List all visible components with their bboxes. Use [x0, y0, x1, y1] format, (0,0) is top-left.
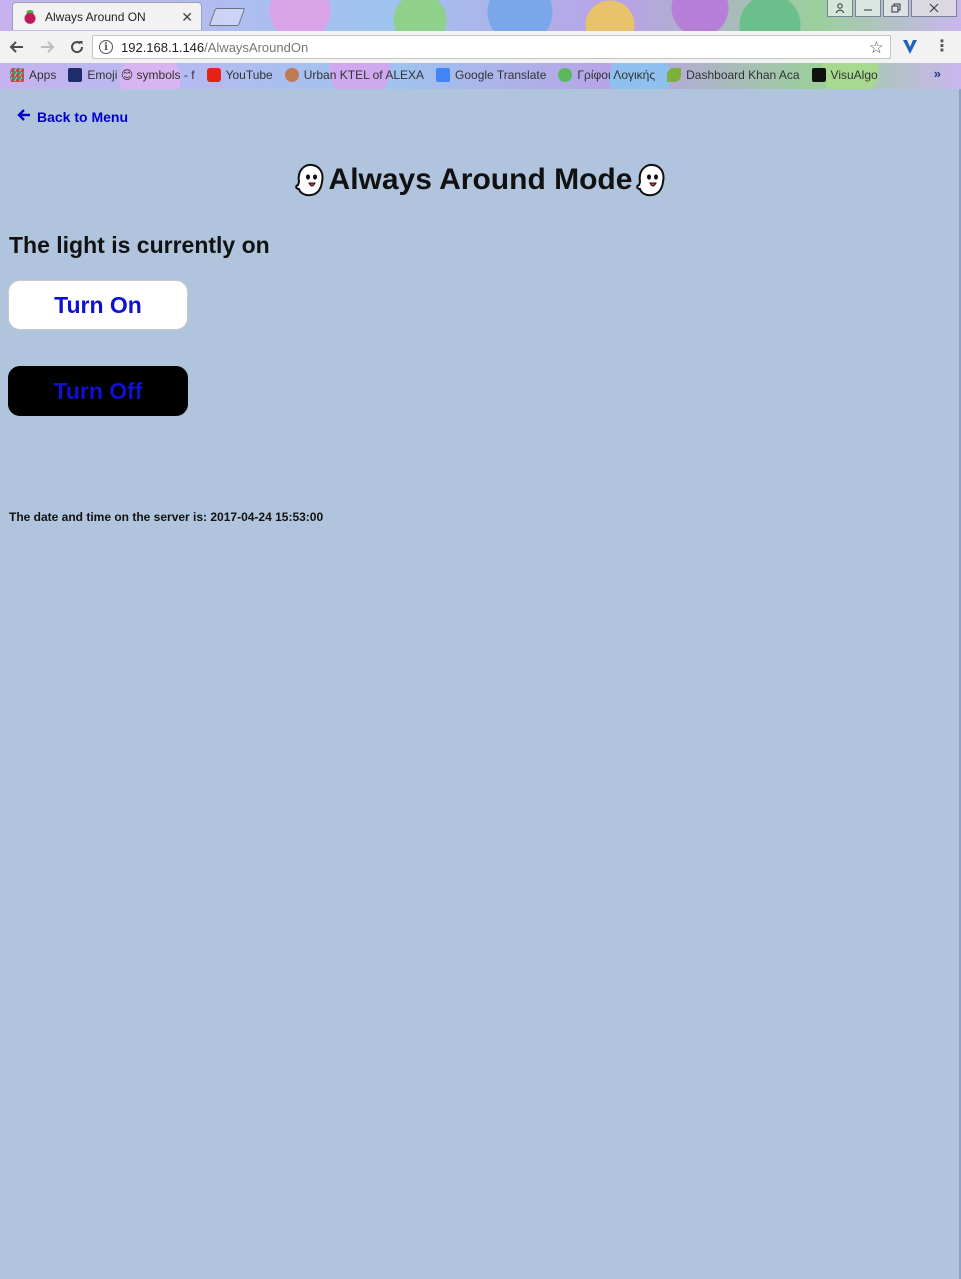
bookmark-label: Γρίφοι Λογικής	[577, 68, 656, 82]
browser-tab[interactable]: Always Around ON ✕	[12, 2, 202, 30]
bookmark-emoji-symbols[interactable]: Emoji 😊 symbols - f	[68, 68, 195, 82]
window-controls	[827, 0, 957, 17]
bookmark-khan-academy[interactable]: Dashboard Khan Aca	[667, 68, 800, 82]
close-window-icon[interactable]	[911, 0, 957, 17]
restore-icon[interactable]	[883, 0, 909, 17]
puzzle-icon	[558, 68, 573, 82]
bookmark-visualgo[interactable]: VisuAlgo	[811, 68, 878, 82]
bookmark-label: Urban KTEL of ALEXA	[303, 68, 425, 82]
bookmarks-bar: Apps Emoji 😊 symbols - f YouTube Urban K…	[0, 63, 961, 87]
forward-icon[interactable]	[34, 34, 60, 60]
heart-bookmark-icon	[68, 68, 83, 82]
ghost-icon	[293, 162, 327, 198]
raspberry-pi-favicon-icon	[23, 9, 37, 24]
arrow-left-icon	[17, 108, 31, 125]
bus-icon	[284, 68, 299, 82]
bookmark-label: YouTube	[225, 68, 273, 82]
youtube-icon	[206, 68, 221, 82]
browser-toolbar: i 192.168.1.146/AlwaysAroundOn ☆ ⋮	[0, 31, 961, 63]
new-tab-button[interactable]	[208, 8, 246, 26]
leaf-icon	[667, 68, 682, 82]
server-datetime: The date and time on the server is: 2017…	[9, 510, 324, 524]
visualgo-icon	[811, 68, 826, 82]
bookmark-apps[interactable]: Apps	[10, 68, 56, 82]
browser-menu-icon[interactable]: ⋮	[934, 36, 950, 56]
bookmark-google-translate[interactable]: Google Translate	[436, 68, 546, 82]
translate-icon	[436, 68, 451, 82]
address-bar[interactable]: i 192.168.1.146/AlwaysAroundOn ☆	[92, 35, 891, 59]
url-host: 192.168.1.146	[121, 39, 205, 55]
reload-icon[interactable]	[64, 34, 90, 60]
bookmark-label: Dashboard Khan Aca	[686, 68, 800, 82]
bookmark-label: Apps	[29, 68, 57, 82]
minimize-icon[interactable]	[855, 0, 881, 17]
bookmark-label: Emoji 😊 symbols - f	[87, 68, 195, 82]
page-title: Always Around Mode	[0, 162, 961, 198]
browser-chrome: Always Around ON ✕ i 192.168.1.146 /Alwa…	[0, 0, 961, 89]
turn-on-button[interactable]: Turn On	[8, 280, 188, 330]
url-path: /AlwaysAroundOn	[204, 39, 309, 55]
page-title-text: Always Around Mode	[328, 163, 633, 196]
light-status: The light is currently on	[9, 232, 270, 258]
bookmarks-overflow-icon[interactable]: »	[934, 66, 941, 81]
tab-title: Always Around ON	[45, 9, 146, 24]
back-icon[interactable]	[4, 34, 30, 60]
bookmark-logic-puzzles[interactable]: Γρίφοι Λογικής	[558, 68, 655, 82]
bookmark-youtube[interactable]: YouTube	[206, 68, 273, 82]
site-info-icon[interactable]: i	[99, 40, 113, 54]
profile-icon[interactable]	[827, 0, 853, 17]
ghost-icon	[634, 162, 668, 198]
turn-off-button[interactable]: Turn Off	[8, 366, 188, 416]
apps-grid-icon	[10, 68, 24, 82]
back-link-label: Back to Menu	[37, 108, 129, 125]
tab-close-icon[interactable]: ✕	[181, 10, 193, 24]
bookmark-label: Google Translate	[455, 68, 547, 82]
back-to-menu-link[interactable]: Back to Menu	[17, 108, 128, 125]
extension-icon[interactable]	[902, 38, 918, 56]
bookmark-urban-ktel[interactable]: Urban KTEL of ALEXA	[284, 68, 425, 82]
bookmark-label: VisuAlgo	[830, 68, 878, 82]
tab-strip: Always Around ON ✕	[0, 0, 961, 30]
page-content: Back to Menu Always Around Mode The ligh…	[0, 89, 961, 1279]
bookmark-star-icon[interactable]: ☆	[869, 38, 884, 58]
